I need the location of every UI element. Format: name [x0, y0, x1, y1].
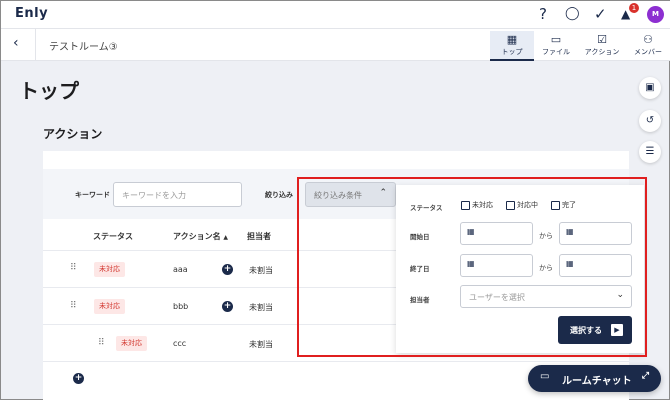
back-arrow-icon[interactable]: ‹	[13, 35, 19, 51]
user-avatar[interactable]: M	[647, 6, 664, 23]
presentation-icon[interactable]: ▣	[639, 77, 661, 99]
history-icon[interactable]: ↺	[639, 110, 661, 132]
column-header-assignee[interactable]: 担当者	[247, 231, 271, 242]
folder-icon: ▭	[550, 33, 562, 46]
actions-section-title: アクション	[43, 127, 103, 141]
narrow-label: 絞り込み	[265, 191, 293, 199]
add-subaction-icon[interactable]: +	[222, 301, 233, 312]
chat-bubble-icon[interactable]: ◯	[565, 6, 580, 22]
person-icon: ⚇	[643, 33, 653, 46]
notification-count-badge: 1	[629, 3, 639, 13]
top-bar: Enly ? ◯ ✓ ▲ 1 M	[1, 1, 670, 29]
add-action-icon[interactable]: +	[73, 373, 84, 384]
column-header-action-name[interactable]: アクション名 ▲	[173, 231, 228, 242]
room-header: ‹ テストルーム③ ▦ トップ ▭ ファイル ☑ アクション ⚇ メンバー	[1, 29, 670, 61]
room-chat-label: ルームチャット	[562, 376, 632, 387]
checkbox-icon: ☑	[597, 33, 607, 46]
status-badge: 未対応	[94, 262, 125, 277]
action-name[interactable]: ccc	[173, 339, 186, 348]
list-icon[interactable]: ☰	[639, 141, 661, 163]
divider	[35, 29, 36, 61]
drag-handle-icon[interactable]: ⠿	[98, 338, 105, 348]
assignee: 未割当	[249, 340, 273, 349]
assignee: 未割当	[249, 266, 273, 275]
action-name[interactable]: aaa	[173, 265, 188, 274]
room-name: テストルーム③	[49, 42, 118, 53]
status-badge: 未対応	[116, 336, 147, 351]
tab-members[interactable]: ⚇ メンバー	[626, 31, 670, 61]
status-badge: 未対応	[94, 299, 125, 314]
tab-label: トップ	[501, 48, 523, 56]
app-logo[interactable]: Enly	[15, 6, 48, 21]
help-icon[interactable]: ?	[539, 6, 547, 22]
chat-icon: ▭	[540, 371, 550, 382]
action-name[interactable]: bbb	[173, 302, 188, 311]
tab-files[interactable]: ▭ ファイル	[534, 31, 578, 61]
expand-icon: ⤢	[641, 371, 649, 381]
room-chat-button[interactable]: ▭ ルームチャット ⤢	[528, 365, 661, 392]
check-icon[interactable]: ✓	[594, 6, 607, 22]
tab-label: アクション	[584, 48, 620, 56]
assignee: 未割当	[249, 303, 273, 312]
tab-label: ファイル	[542, 48, 570, 56]
column-header-status[interactable]: ステータス	[93, 231, 133, 242]
drag-handle-icon[interactable]: ⠿	[70, 263, 77, 273]
tab-label: メンバー	[634, 48, 662, 56]
tab-top[interactable]: ▦ トップ	[490, 31, 534, 61]
keyword-label: キーワード	[75, 191, 110, 199]
tab-actions[interactable]: ☑ アクション	[580, 31, 624, 61]
sort-up-icon: ▲	[223, 234, 229, 241]
divider	[43, 361, 629, 362]
add-subaction-icon[interactable]: +	[222, 264, 233, 275]
highlight-outline	[297, 177, 647, 357]
page-title: トップ	[19, 79, 79, 103]
grid-icon: ▦	[506, 33, 518, 46]
keyword-input[interactable]: キーワードを入力	[113, 182, 242, 207]
drag-handle-icon[interactable]: ⠿	[70, 301, 77, 311]
